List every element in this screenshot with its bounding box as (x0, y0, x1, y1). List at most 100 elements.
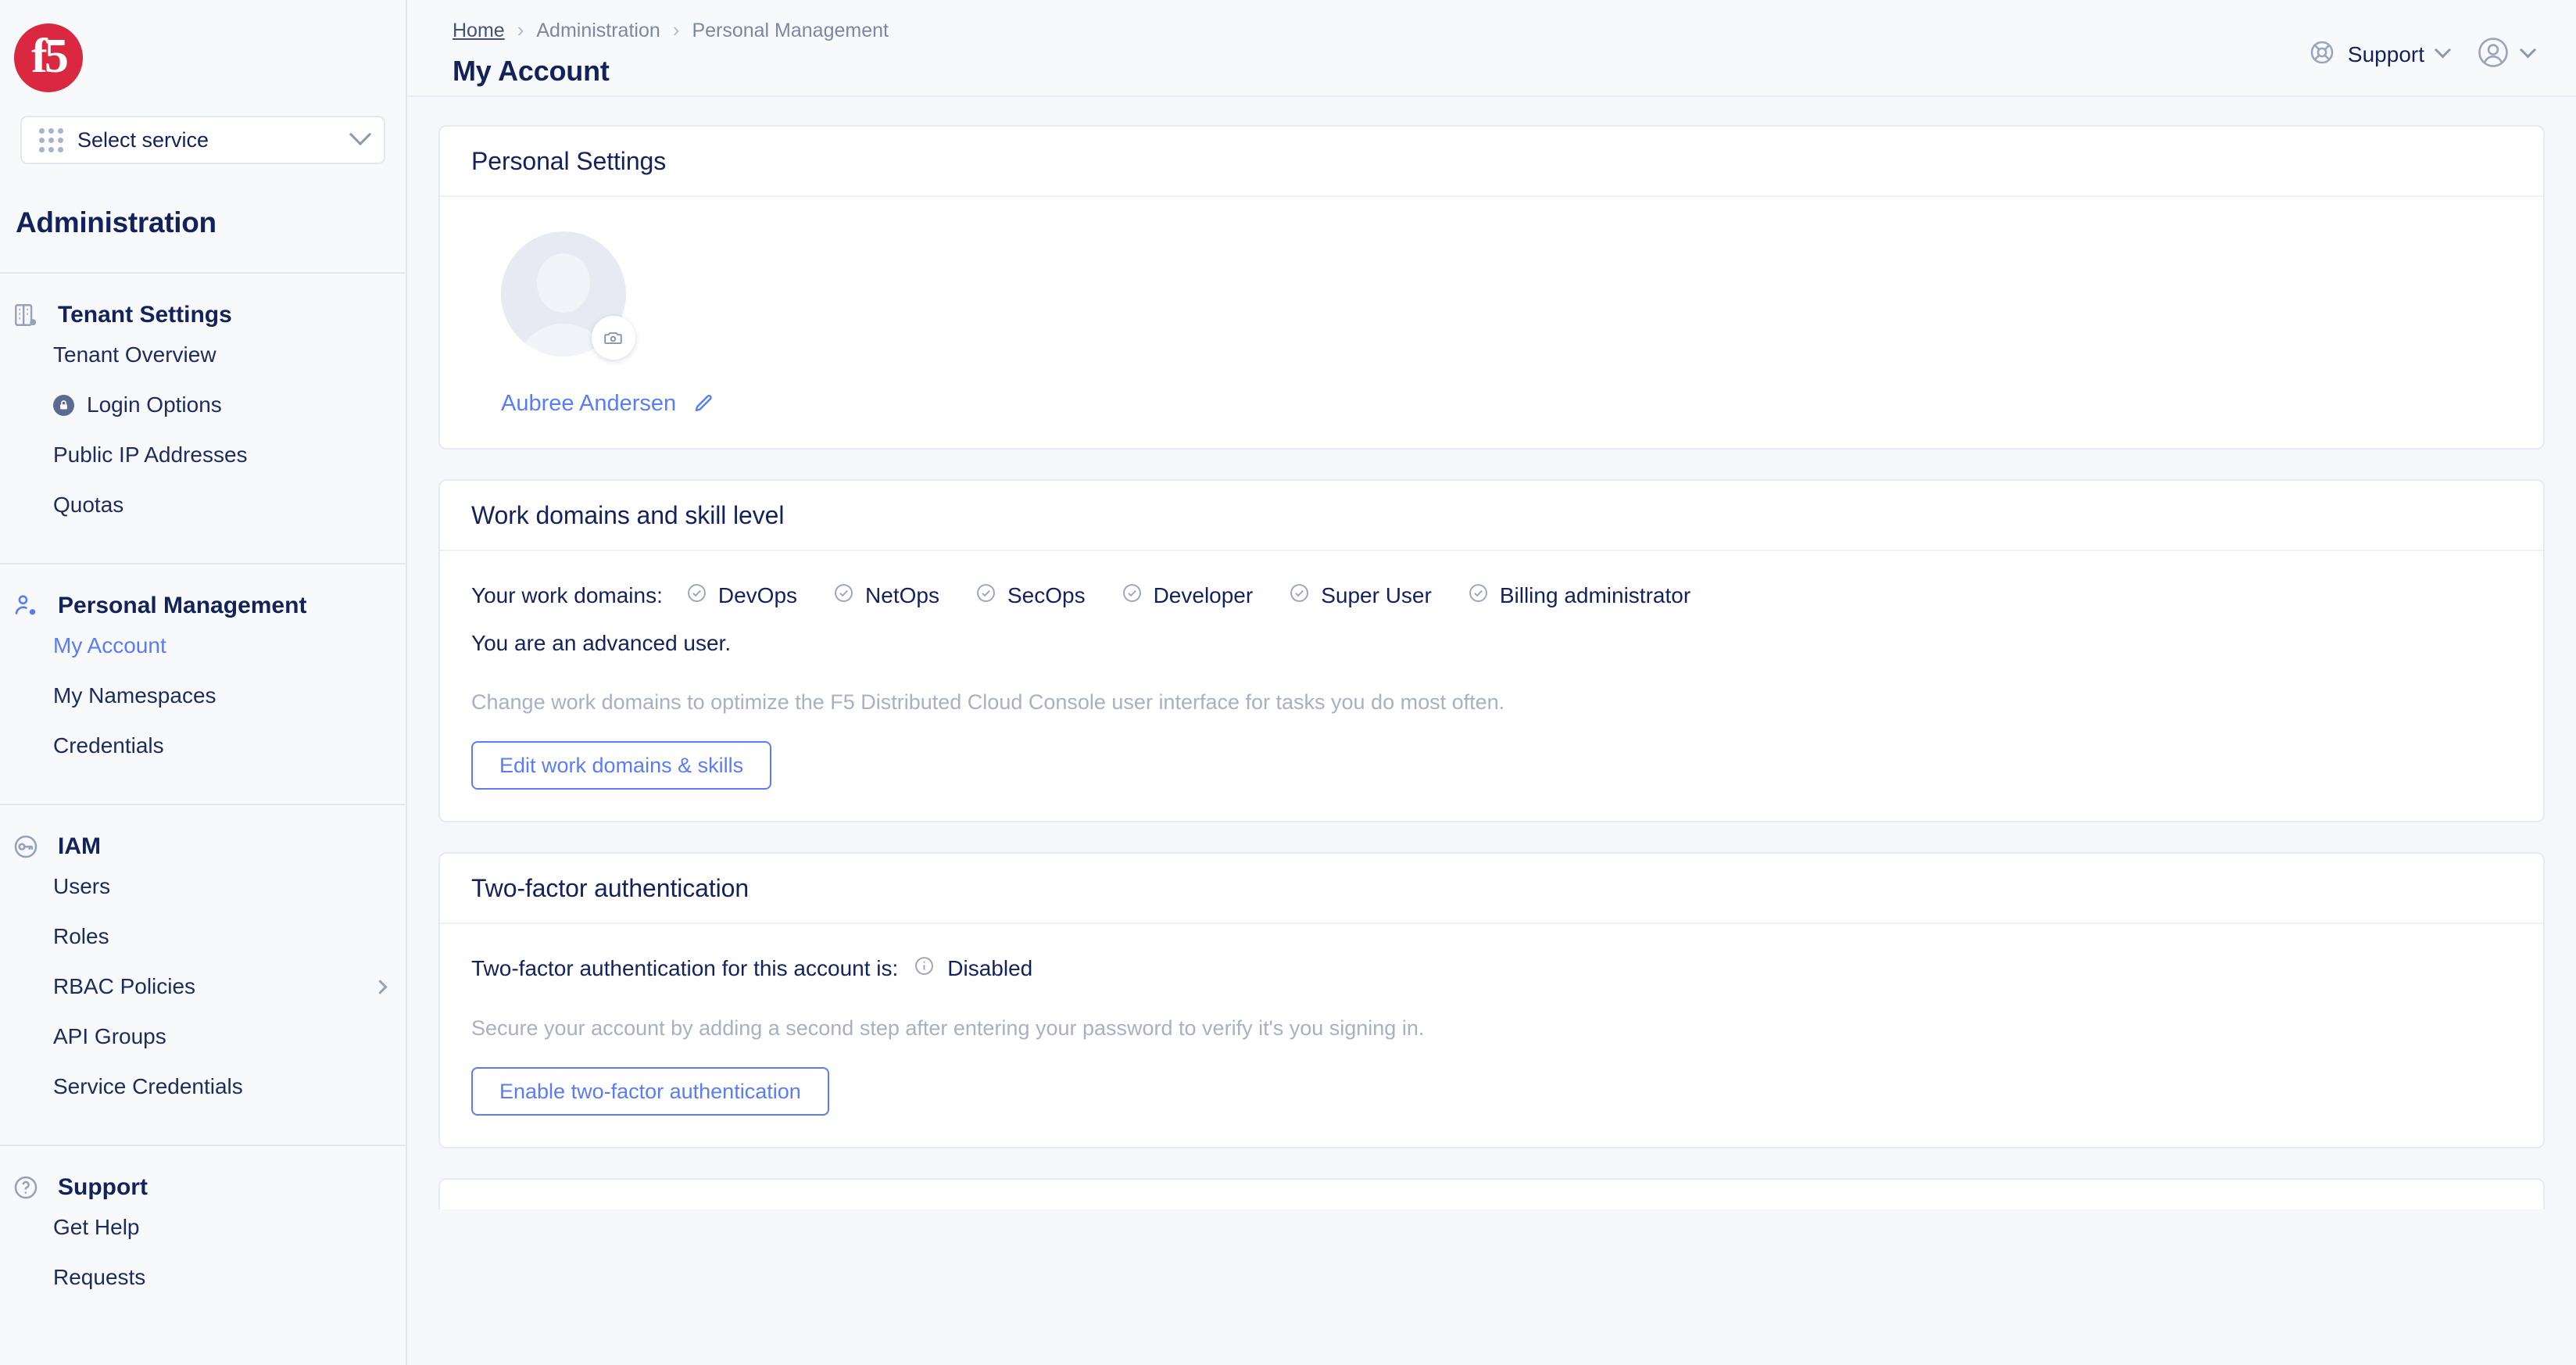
sidebar-item-label: Roles (53, 924, 109, 948)
user-name-link[interactable]: Aubree Andersen (501, 391, 676, 417)
breadcrumb-administration[interactable]: Administration (536, 20, 660, 42)
sidebar-item-rbac-policies[interactable]: RBAC Policies (0, 962, 406, 1012)
work-domains-row: Your work domains: DevOps NetOps SecOps … (471, 582, 2512, 609)
f5-logo-icon[interactable]: f5 (14, 23, 83, 92)
work-domain-developer[interactable]: Developer (1122, 582, 1253, 609)
building-settings-icon (11, 300, 41, 330)
sidebar-item-roles[interactable]: Roles (0, 912, 406, 962)
chevron-down-icon (2434, 41, 2452, 59)
two-factor-status-value: Disabled (947, 956, 1033, 980)
sidebar-item-api-groups[interactable]: API Groups (0, 1012, 406, 1062)
card-title: Personal Settings (471, 146, 667, 175)
breadcrumb: Home › Administration › Personal Managem… (453, 17, 2309, 44)
sidebar-item-label: API Groups (53, 1024, 166, 1048)
sidebar-item-users[interactable]: Users (0, 862, 406, 912)
card-title: Work domains and skill level (471, 500, 785, 529)
user-name-row: Aubree Andersen (501, 391, 2512, 417)
card-title: Two-factor authentication (471, 873, 750, 902)
sidebar-group-header-tenant-settings[interactable]: Tenant Settings (0, 274, 406, 330)
select-service-dropdown[interactable]: Select service (20, 116, 385, 164)
skill-level-text: You are an advanced user. (471, 631, 732, 655)
sidebar-item-public-ip-addresses[interactable]: Public IP Addresses (0, 430, 406, 480)
chevron-down-icon (2519, 41, 2537, 59)
camera-icon[interactable] (592, 316, 635, 360)
sidebar: f5 Select service Administration Tenant … (0, 0, 407, 1365)
sidebar-item-login-options[interactable]: Login Options (0, 380, 406, 430)
sidebar-item-label: Tenant Overview (53, 342, 216, 367)
sidebar-group-personal-management: Personal Management My Account My Namesp… (0, 564, 406, 805)
work-domain-super-user[interactable]: Super User (1289, 582, 1432, 609)
lifebuoy-icon (2309, 39, 2335, 70)
user-circle-icon (2477, 36, 2510, 73)
check-circle-icon (1289, 582, 1310, 609)
sidebar-item-label: Service Credentials (53, 1074, 243, 1098)
two-factor-status-row: Two-factor authentication for this accou… (471, 955, 2512, 982)
breadcrumb-home[interactable]: Home (453, 20, 505, 42)
edit-work-domains-button[interactable]: Edit work domains & skills (471, 741, 772, 790)
sidebar-group-header-personal-management[interactable]: Personal Management (0, 564, 406, 621)
check-circle-icon (1122, 582, 1143, 609)
app-root: f5 Select service Administration Tenant … (0, 0, 2576, 1365)
work-domain-label: DevOps (717, 583, 798, 607)
account-menu-button[interactable] (2477, 36, 2537, 73)
sidebar-group-header-support[interactable]: Support (0, 1146, 406, 1202)
lock-icon (53, 394, 74, 416)
support-menu-button[interactable]: Support (2309, 39, 2452, 70)
sidebar-item-label: RBAC Policies (53, 974, 196, 998)
breadcrumb-separator-icon: › (672, 17, 680, 41)
sidebar-item-label: My Account (53, 633, 166, 657)
sidebar-item-my-account[interactable]: My Account (0, 621, 406, 671)
card-two-factor-authentication: Two-factor authentication Two-factor aut… (438, 852, 2545, 1148)
content-scroll-area[interactable]: Personal Settings Aubree Andersen Work d… (407, 97, 2576, 1365)
sidebar-item-tenant-overview[interactable]: Tenant Overview (0, 330, 406, 380)
card-work-domains: Work domains and skill level Your work d… (438, 479, 2545, 822)
chevron-right-icon (373, 979, 388, 994)
sidebar-group-header-iam[interactable]: IAM (0, 805, 406, 862)
service-selector-wrap: Select service (0, 116, 406, 164)
card-header: Two-factor authentication (440, 854, 2543, 924)
sidebar-group-label: Personal Management (58, 593, 307, 618)
work-domain-secops[interactable]: SecOps (975, 582, 1086, 609)
work-domain-netops[interactable]: NetOps (833, 582, 939, 609)
sidebar-group-support: Support Get Help Requests (0, 1146, 406, 1302)
sidebar-item-get-help[interactable]: Get Help (0, 1202, 406, 1252)
sidebar-item-service-credentials[interactable]: Service Credentials (0, 1062, 406, 1112)
support-menu-label: Support (2347, 41, 2424, 66)
sidebar-item-requests[interactable]: Requests (0, 1252, 406, 1302)
topbar-left: Home › Administration › Personal Managem… (437, 17, 2309, 88)
breadcrumb-personal-management[interactable]: Personal Management (692, 20, 889, 42)
sidebar-item-label: Requests (53, 1265, 146, 1289)
sidebar-item-credentials[interactable]: Credentials (0, 721, 406, 771)
check-circle-icon (686, 582, 707, 609)
work-domain-label: NetOps (865, 583, 939, 607)
sidebar-item-label: Users (53, 874, 111, 898)
work-domain-billing-administrator[interactable]: Billing administrator (1468, 582, 1690, 609)
page-title: My Account (453, 55, 610, 87)
sidebar-item-label: Credentials (53, 733, 164, 758)
brand-logo-row: f5 (0, 0, 406, 116)
sidebar-group-tenant-settings: Tenant Settings Tenant Overview Login Op… (0, 274, 406, 564)
user-settings-icon (11, 591, 41, 621)
work-domain-label: Billing administrator (1499, 583, 1691, 607)
work-domain-label: SecOps (1007, 583, 1086, 607)
breadcrumb-separator-icon: › (517, 17, 524, 41)
work-domains-hint: Change work domains to optimize the F5 D… (471, 690, 1505, 714)
work-domain-devops[interactable]: DevOps (686, 582, 797, 609)
sidebar-title: Administration (16, 206, 216, 238)
sidebar-item-quotas[interactable]: Quotas (0, 480, 406, 530)
sidebar-group-label: Tenant Settings (58, 302, 232, 328)
enable-two-factor-button[interactable]: Enable two-factor authentication (471, 1067, 829, 1116)
main-area: Home › Administration › Personal Managem… (407, 0, 2576, 1365)
pencil-icon[interactable] (692, 392, 715, 416)
topbar-right: Support (2309, 17, 2537, 73)
select-service-label: Select service (77, 127, 209, 152)
sidebar-item-my-namespaces[interactable]: My Namespaces (0, 671, 406, 721)
work-domain-label: Super User (1321, 583, 1432, 607)
card-header: Personal Settings (440, 127, 2543, 197)
sidebar-group-label: IAM (58, 833, 101, 859)
top-bar: Home › Administration › Personal Managem… (407, 0, 2576, 97)
question-circle-icon (11, 1173, 41, 1202)
sidebar-item-label: Quotas (53, 493, 124, 517)
check-circle-icon (975, 582, 996, 609)
card-partial-below-fold (438, 1178, 2545, 1209)
